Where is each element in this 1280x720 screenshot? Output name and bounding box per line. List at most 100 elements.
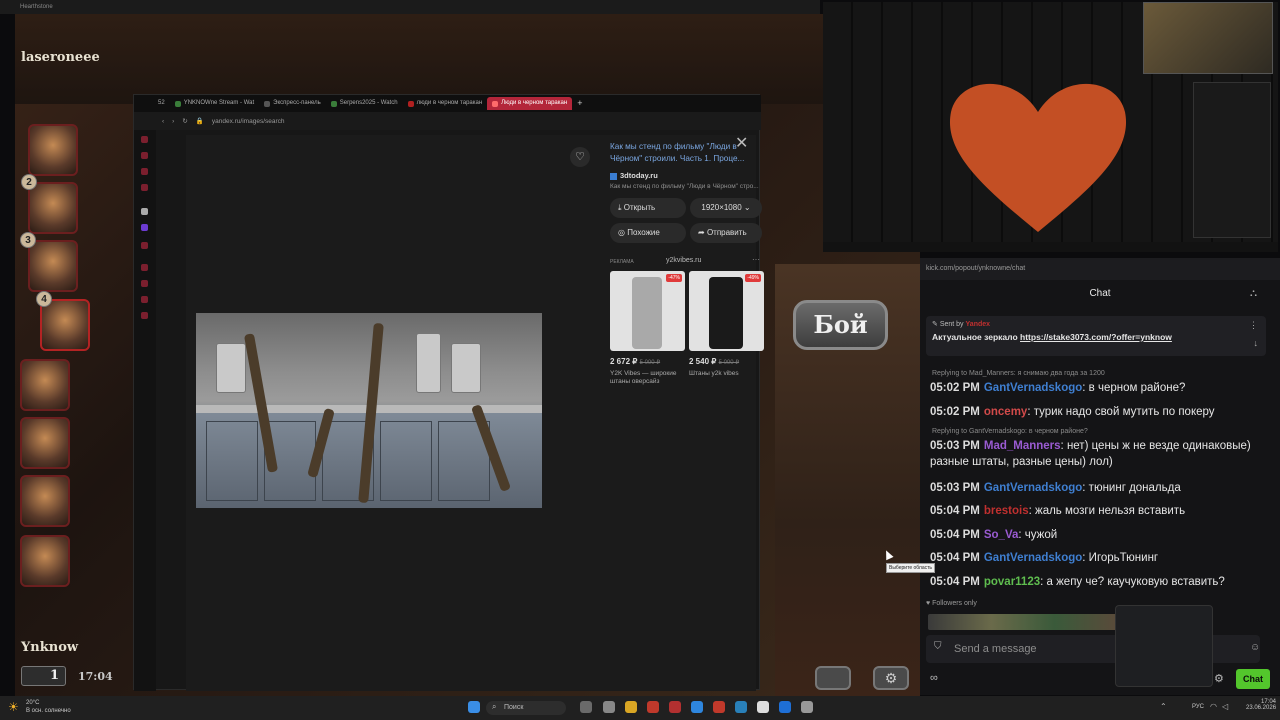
- heart-drawing: [949, 83, 1127, 233]
- new-tab-button[interactable]: +: [572, 97, 587, 110]
- open-button[interactable]: ⤓ Открыть: [610, 198, 686, 218]
- shield-icon: ⛉: [934, 641, 942, 652]
- url-text[interactable]: yandex.ru/images/search: [212, 118, 285, 125]
- chat-url[interactable]: kick.com/popout/ynknowne/chat: [920, 258, 1280, 280]
- hero-portrait[interactable]: [28, 124, 78, 176]
- heart-icon[interactable]: ♡: [570, 147, 590, 167]
- chevron-up-icon[interactable]: ⌃: [1160, 702, 1167, 711]
- tab-item[interactable]: YNKNOWne Stream - Wat: [170, 97, 259, 110]
- chat-send-button[interactable]: Chat: [1236, 669, 1270, 689]
- address-bar[interactable]: ‹ › ↻ 🔒 yandex.ru/images/search: [134, 112, 761, 130]
- hero-portrait[interactable]: [20, 417, 70, 469]
- sidebar-icon[interactable]: [141, 280, 148, 287]
- app-icon[interactable]: [713, 701, 725, 713]
- result-site[interactable]: 3dtoday.ru: [610, 171, 658, 180]
- chat-message: 05:04 PM So_Va: чужой: [930, 529, 1058, 541]
- wifi-icon[interactable]: ◠: [1210, 702, 1217, 711]
- ad-site[interactable]: y2kvibes.ru: [666, 257, 701, 264]
- ad-card[interactable]: -47%: [610, 271, 685, 351]
- ad-name[interactable]: Y2K Vibes — широкие штаны оверсайз: [610, 370, 684, 386]
- emoji-icon[interactable]: ☺: [1250, 642, 1260, 653]
- ad-name[interactable]: Штаны y2k vibes: [689, 370, 763, 378]
- chevron-down-icon: ⌄: [741, 203, 751, 212]
- share-button[interactable]: ➦ Отправить: [690, 223, 762, 243]
- hero-portrait[interactable]: [28, 240, 78, 292]
- appliance: [451, 343, 481, 393]
- favicon-icon: [330, 100, 337, 107]
- pin-icon[interactable]: ⋮: [1249, 320, 1258, 331]
- search-icon: ⌕: [492, 702, 497, 711]
- tab-item-active[interactable]: Люди в черном таракан: [487, 97, 573, 110]
- battle-button[interactable]: Бой: [793, 300, 888, 350]
- sidebar-icon[interactable]: [141, 224, 148, 231]
- size-dropdown[interactable]: 1920×1080 ⌄: [690, 198, 762, 218]
- lang-indicator[interactable]: РУС: [1192, 704, 1204, 710]
- sidebar-icon[interactable]: [141, 264, 148, 271]
- sidebar-icon[interactable]: [141, 152, 148, 159]
- close-icon[interactable]: ✕: [735, 133, 748, 153]
- app-icon[interactable]: [757, 701, 769, 713]
- search-input[interactable]: Поиск: [486, 701, 566, 715]
- sidebar-icon[interactable]: [141, 242, 148, 249]
- app-icon[interactable]: [691, 701, 703, 713]
- hero-portrait[interactable]: [20, 359, 70, 411]
- infinity-icon[interactable]: ∞: [930, 672, 938, 684]
- hero-portrait[interactable]: [20, 475, 70, 527]
- rank-badge: 3: [20, 232, 36, 248]
- ad-card[interactable]: -49%: [689, 271, 764, 351]
- game-card-button[interactable]: [815, 666, 851, 690]
- sidebar-icon[interactable]: [141, 208, 148, 215]
- sidebar-icon[interactable]: [141, 312, 148, 319]
- pin-icon: ✎: [932, 321, 940, 328]
- app-icon[interactable]: [647, 701, 659, 713]
- sidebar-icon[interactable]: [141, 136, 148, 143]
- image-viewer: ♡ Как мы стенд по фильму "Люди в Чёрном"…: [186, 135, 764, 691]
- more-icon[interactable]: ⋯: [752, 255, 760, 264]
- emote-bar[interactable]: [928, 614, 1118, 630]
- reload-icon[interactable]: ↻: [182, 117, 187, 125]
- player-count: 1: [21, 666, 66, 686]
- tab-item[interactable]: люди в черном таракан: [403, 97, 488, 110]
- tab-item[interactable]: Экспресс-панель: [259, 97, 326, 110]
- users-icon[interactable]: ⛬: [1250, 288, 1257, 299]
- app-icon[interactable]: [779, 701, 791, 713]
- tab-item[interactable]: Serpens2025 - Watch: [326, 97, 403, 110]
- gear-icon[interactable]: ⚙: [1214, 672, 1224, 685]
- tooltip: Выберите область: [886, 563, 936, 573]
- pinned-link[interactable]: https://stake3073.com/?offer=ynknow: [1020, 332, 1172, 342]
- reply-context: Replying to GantVernadskogo: в черном ра…: [932, 428, 1088, 435]
- hero-portrait[interactable]: [28, 182, 78, 234]
- tab-strip: 52 YNKNOWne Stream - Wat Экспресс-панель…: [134, 95, 761, 112]
- forward-icon[interactable]: ›: [172, 118, 174, 125]
- back-icon[interactable]: ‹: [140, 118, 164, 125]
- chevron-down-icon[interactable]: ↓: [1254, 338, 1259, 348]
- app-icon[interactable]: [735, 701, 747, 713]
- sidebar-icon[interactable]: [141, 184, 148, 191]
- app-icon[interactable]: [801, 701, 813, 713]
- chat-message: 05:02 PM oncemy: турик надо свой мутить п…: [930, 406, 1215, 418]
- chat-message: 05:02 PM GantVernadskogo: в черном районе…: [930, 382, 1186, 394]
- hero-portrait[interactable]: [20, 535, 70, 587]
- similar-button[interactable]: ◎ Похожие: [610, 223, 686, 243]
- preview-image[interactable]: [196, 313, 542, 508]
- app-title-bar: Hearthstone: [0, 0, 820, 14]
- hero-portrait[interactable]: [40, 299, 90, 351]
- folder-icon[interactable]: [625, 701, 637, 713]
- tab-item[interactable]: 52: [134, 97, 170, 110]
- sidebar-icon[interactable]: [141, 296, 148, 303]
- clock[interactable]: 17:04 23.06.2026: [1246, 699, 1276, 711]
- share-icon: ➦: [698, 228, 707, 237]
- sidebar-icon[interactable]: [141, 168, 148, 175]
- webcam-overlay: [823, 2, 1278, 252]
- pinned-message: ✎ Sent by Yandex Актуальное зеркало http…: [926, 316, 1266, 356]
- start-icon[interactable]: [468, 701, 480, 713]
- app-icon[interactable]: [603, 701, 615, 713]
- tray-popup: [1115, 605, 1213, 687]
- game-settings-button[interactable]: ⚙: [873, 666, 909, 690]
- weather-temp[interactable]: 20°C: [26, 700, 39, 706]
- chat-message: 05:04 PM povar1123: а жепу че? каучуковую…: [930, 576, 1225, 588]
- weather-icon: ☀: [8, 700, 19, 714]
- taskview-icon[interactable]: [580, 701, 592, 713]
- yandex-icon[interactable]: [669, 701, 681, 713]
- volume-icon[interactable]: ◁: [1222, 702, 1228, 711]
